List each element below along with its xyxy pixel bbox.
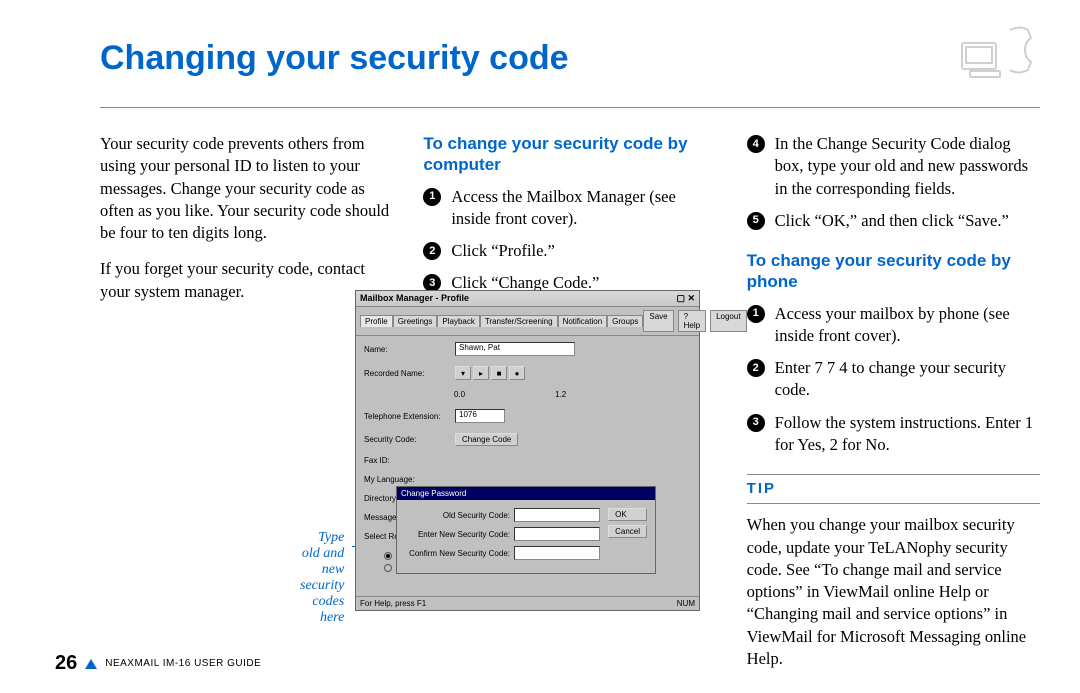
change-code-button[interactable]: Change Code xyxy=(455,433,518,446)
old-code-label: Old Security Code: xyxy=(405,511,510,520)
window-title: Mailbox Manager - Profile xyxy=(360,293,469,304)
language-label: My Language: xyxy=(364,475,449,484)
save-button[interactable]: Save xyxy=(643,310,673,332)
stop-icon[interactable]: ■ xyxy=(491,366,507,380)
play-icon[interactable]: ▸ xyxy=(473,366,489,380)
step-text: Follow the system instructions. Enter 1 … xyxy=(775,412,1040,457)
triangle-icon xyxy=(85,659,97,669)
radio-by-extension[interactable] xyxy=(384,564,392,572)
rewind-icon[interactable]: ▾ xyxy=(455,366,471,380)
status-help: For Help, press F1 xyxy=(360,599,426,608)
extension-input[interactable]: 1076 xyxy=(455,409,505,423)
dialog-title: Change Password xyxy=(397,487,655,500)
step-text: Click “OK,” and then click “Save.” xyxy=(775,210,1040,232)
tab-groups[interactable]: Groups xyxy=(607,315,643,327)
subhead-phone: To change your security code by phone xyxy=(747,250,1040,293)
new-code-label: Enter New Security Code: xyxy=(405,530,510,539)
step-text: Access your mailbox by phone (see inside… xyxy=(775,303,1040,348)
mailbox-manager-window: Mailbox Manager - Profile ▢ ✕ Profile Gr… xyxy=(355,290,700,611)
change-password-dialog: Change Password Old Security Code: Enter… xyxy=(396,486,656,574)
scale-low: 0.0 xyxy=(454,390,465,399)
name-input[interactable]: Shawn, Pat xyxy=(455,342,575,356)
step-text: In the Change Security Code dialog box, … xyxy=(775,133,1040,200)
tip-body: When you change your mailbox security co… xyxy=(747,514,1040,670)
recorded-name-label: Recorded Name: xyxy=(364,369,449,378)
tab-profile[interactable]: Profile xyxy=(360,315,393,327)
right-column: 4 In the Change Security Code dialog box,… xyxy=(747,133,1040,684)
status-num: NUM xyxy=(677,599,695,608)
scale-high: 1.2 xyxy=(555,390,566,399)
step-bullet: 1 xyxy=(747,305,765,323)
step-text: Click “Profile.” xyxy=(451,240,716,262)
confirm-code-label: Confirm New Security Code: xyxy=(405,549,510,558)
step-bullet: 3 xyxy=(747,414,765,432)
page-title: Changing your security code xyxy=(100,39,569,78)
step-bullet: 2 xyxy=(423,242,441,260)
ok-button[interactable]: OK xyxy=(608,508,647,521)
extension-label: Telephone Extension: xyxy=(364,412,449,421)
subhead-computer: To change your security code by computer xyxy=(423,133,716,176)
confirm-code-input[interactable] xyxy=(514,546,600,560)
step-text: Access the Mailbox Manager (see inside f… xyxy=(451,186,716,231)
cancel-button[interactable]: Cancel xyxy=(608,525,647,538)
computer-phone-icon xyxy=(960,25,1040,92)
logout-button[interactable]: Logout xyxy=(710,310,746,332)
step-bullet: 1 xyxy=(423,188,441,206)
record-icon[interactable]: ● xyxy=(509,366,525,380)
tip-heading: TIP xyxy=(747,474,1040,504)
step-bullet: 2 xyxy=(747,359,765,377)
tab-transfer[interactable]: Transfer/Screening xyxy=(480,315,558,327)
window-controls-icon: ▢ ✕ xyxy=(676,293,695,304)
intro-paragraph-1: Your security code prevents others from … xyxy=(100,133,393,244)
step-bullet: 4 xyxy=(747,135,765,153)
page-number: 26 xyxy=(55,652,77,675)
tab-greetings[interactable]: Greetings xyxy=(393,315,438,327)
help-button[interactable]: ? Help xyxy=(678,310,706,332)
tab-notification[interactable]: Notification xyxy=(558,315,608,327)
tab-playback[interactable]: Playback xyxy=(437,315,479,327)
radio-by-name[interactable] xyxy=(384,552,392,560)
security-code-label: Security Code: xyxy=(364,435,449,444)
callout-label: Type old and new security codes here xyxy=(300,530,352,626)
step-bullet: 5 xyxy=(747,212,765,230)
name-label: Name: xyxy=(364,345,449,354)
fax-id-label: Fax ID: xyxy=(364,456,449,465)
old-code-input[interactable] xyxy=(514,508,600,522)
guide-name: NEAXMAIL IM-16 USER GUIDE xyxy=(105,658,261,669)
new-code-input[interactable] xyxy=(514,527,600,541)
step-text: Enter 7 7 4 to change your security code… xyxy=(775,357,1040,402)
